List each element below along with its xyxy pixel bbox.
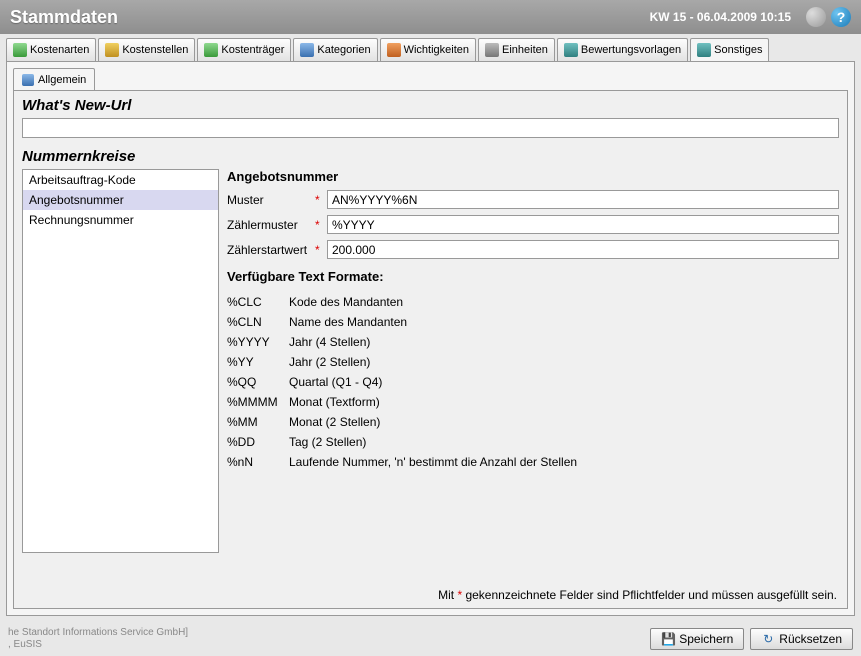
tab-allgemein[interactable]: Allgemein: [13, 68, 95, 90]
format-code: %YY: [227, 355, 289, 369]
format-code: %CLN: [227, 315, 289, 329]
company-line1: he Standort Informations Service GmbH]: [8, 627, 188, 638]
format-row: %MMMMMonat (Textform): [227, 392, 839, 412]
format-row: %CLNName des Mandanten: [227, 312, 839, 332]
save-icon: [661, 632, 675, 646]
label-zaehlerstartwert: Zählerstartwert: [227, 243, 315, 257]
format-desc: Monat (Textform): [289, 395, 839, 409]
numrange-detail: Angebotsnummer Muster * Zählermuster * Z…: [227, 169, 839, 553]
save-button[interactable]: Speichern: [650, 628, 744, 650]
row-zaehlerstartwert: Zählerstartwert *: [227, 240, 839, 259]
sub-tabs: Allgemein: [13, 68, 848, 90]
input-zaehlermuster[interactable]: [327, 215, 839, 234]
required-star: *: [315, 218, 323, 232]
tab-label: Kostenträger: [221, 44, 284, 56]
content-frame: Allgemein What's New-Url Nummernkreise A…: [6, 61, 855, 616]
label-muster: Muster: [227, 193, 315, 207]
format-desc: Name des Mandanten: [289, 315, 839, 329]
format-row: %MMMonat (2 Stellen): [227, 412, 839, 432]
app-header: Stammdaten KW 15 - 06.04.2009 10:15 ?: [0, 0, 861, 34]
list-item-angebotsnummer[interactable]: Angebotsnummer: [23, 190, 218, 210]
format-row: %QQQuartal (Q1 - Q4): [227, 372, 839, 392]
reset-icon: [761, 632, 775, 646]
tab-label: Bewertungsvorlagen: [581, 44, 681, 56]
format-code: %MMMM: [227, 395, 289, 409]
format-row: %YYJahr (2 Stellen): [227, 352, 839, 372]
misc-icon: [697, 43, 711, 57]
tab-label: Sonstiges: [714, 44, 762, 56]
row-zaehlermuster: Zählermuster *: [227, 215, 839, 234]
format-desc: Quartal (Q1 - Q4): [289, 375, 839, 389]
tab-label: Kategorien: [317, 44, 370, 56]
whats-new-title: What's New-Url: [22, 97, 839, 114]
numranges-layout: Arbeitsauftrag-Kode Angebotsnummer Rechn…: [22, 169, 839, 553]
reset-button[interactable]: Rücksetzen: [750, 628, 853, 650]
reset-label: Rücksetzen: [779, 632, 842, 646]
tab-kostenstellen[interactable]: Kostenstellen: [98, 38, 195, 61]
tab-label: Allgemein: [38, 74, 86, 86]
format-desc: Monat (2 Stellen): [289, 415, 839, 429]
header-date: KW 15 - 06.04.2009 10:15: [650, 10, 791, 24]
globe-icon[interactable]: [806, 7, 826, 27]
format-row: %DDTag (2 Stellen): [227, 432, 839, 452]
tab-wichtigkeiten[interactable]: Wichtigkeiten: [380, 38, 476, 61]
format-desc: Tag (2 Stellen): [289, 435, 839, 449]
required-star: *: [315, 193, 323, 207]
format-desc: Laufende Nummer, 'n' bestimmt die Anzahl…: [289, 455, 839, 469]
input-muster[interactable]: [327, 190, 839, 209]
format-desc: Kode des Mandanten: [289, 295, 839, 309]
list-item-rechnungsnummer[interactable]: Rechnungsnummer: [23, 210, 218, 230]
note-prefix: Mit: [438, 588, 457, 602]
tab-kategorien[interactable]: Kategorien: [293, 38, 377, 61]
required-star: *: [315, 243, 323, 257]
required-note: Mit * gekennzeichnete Felder sind Pflich…: [438, 588, 837, 602]
doc-icon: [22, 74, 34, 86]
tab-kostenarten[interactable]: Kostenarten: [6, 38, 96, 61]
numranges-list: Arbeitsauftrag-Kode Angebotsnummer Rechn…: [22, 169, 219, 553]
help-icon[interactable]: ?: [831, 7, 851, 27]
list-item-arbeitsauftrag[interactable]: Arbeitsauftrag-Kode: [23, 170, 218, 190]
whats-new-url-input[interactable]: [22, 118, 839, 138]
numranges-title: Nummernkreise: [22, 148, 839, 165]
label-zaehlermuster: Zählermuster: [227, 218, 315, 232]
tab-einheiten[interactable]: Einheiten: [478, 38, 555, 61]
tab-kostentraeger[interactable]: Kostenträger: [197, 38, 291, 61]
row-muster: Muster *: [227, 190, 839, 209]
tab-bewertungsvorlagen[interactable]: Bewertungsvorlagen: [557, 38, 688, 61]
format-row: %nNLaufende Nummer, 'n' bestimmt die Anz…: [227, 452, 839, 472]
coins-icon: [13, 43, 27, 57]
building-icon: [105, 43, 119, 57]
format-code: %DD: [227, 435, 289, 449]
format-code: %nN: [227, 455, 289, 469]
tab-label: Kostenstellen: [122, 44, 188, 56]
panel-allgemein: What's New-Url Nummernkreise Arbeitsauft…: [13, 90, 848, 609]
format-code: %YYYY: [227, 335, 289, 349]
format-row: %CLCKode des Mandanten: [227, 292, 839, 312]
page-title: Stammdaten: [10, 7, 650, 28]
formats-title: Verfügbare Text Formate:: [227, 269, 839, 284]
priority-icon: [387, 43, 401, 57]
bottom-bar: he Standort Informations Service GmbH] ,…: [0, 622, 861, 656]
tab-label: Wichtigkeiten: [404, 44, 469, 56]
save-label: Speichern: [679, 632, 733, 646]
format-row: %YYYYJahr (4 Stellen): [227, 332, 839, 352]
format-code: %CLC: [227, 295, 289, 309]
format-code: %MM: [227, 415, 289, 429]
format-desc: Jahr (2 Stellen): [289, 355, 839, 369]
tab-label: Einheiten: [502, 44, 548, 56]
note-suffix: gekennzeichnete Felder sind Pflichtfelde…: [462, 588, 837, 602]
company-text: he Standort Informations Service GmbH] ,…: [8, 627, 644, 651]
cost-icon: [204, 43, 218, 57]
main-tabs: Kostenarten Kostenstellen Kostenträger K…: [0, 34, 861, 61]
category-icon: [300, 43, 314, 57]
template-icon: [564, 43, 578, 57]
input-zaehlerstartwert[interactable]: [327, 240, 839, 259]
tab-label: Kostenarten: [30, 44, 89, 56]
unit-icon: [485, 43, 499, 57]
format-desc: Jahr (4 Stellen): [289, 335, 839, 349]
company-line2: , EuSIS: [8, 639, 42, 650]
detail-title: Angebotsnummer: [227, 169, 839, 184]
format-code: %QQ: [227, 375, 289, 389]
tab-sonstiges[interactable]: Sonstiges: [690, 38, 769, 61]
